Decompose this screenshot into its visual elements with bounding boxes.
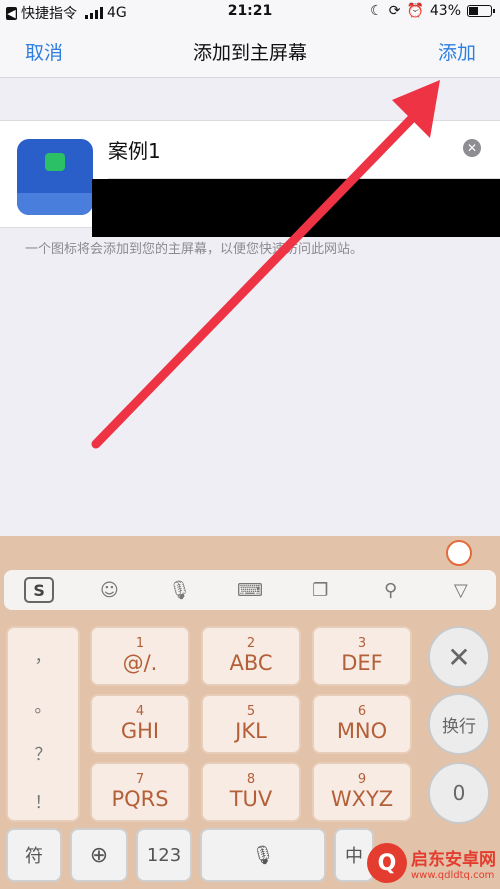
keyboard-toolbar: S ☺ 🎙 ⌨ ❐ ⚲ ▽ xyxy=(4,570,496,610)
clipboard-icon[interactable]: ❐ xyxy=(285,570,355,610)
watermark-name: 启东安卓网 xyxy=(411,850,496,870)
status-bar: ◀ 快捷指令 4G 21:21 ☾ ⟳ ⏰ 43% xyxy=(0,0,500,24)
key-letters: WXYZ xyxy=(330,787,394,811)
battery-icon xyxy=(467,5,495,17)
key-1[interactable]: 1 @/. xyxy=(90,626,190,686)
number-key[interactable]: 123 xyxy=(136,828,192,882)
toolbar-logo-button[interactable]: S xyxy=(4,570,74,610)
battery-percent: 43% xyxy=(429,3,461,19)
key-letters: MNO xyxy=(336,719,388,743)
symbol-key[interactable]: 符 xyxy=(6,828,62,882)
delete-button[interactable]: ✕ xyxy=(428,626,490,688)
app-brand-icon xyxy=(45,153,65,171)
page-title: 添加到主屏幕 xyxy=(192,42,307,64)
key-letters: JKL xyxy=(235,719,267,743)
watermark-url: www.qdldtq.com xyxy=(411,870,495,881)
key-number: 4 xyxy=(135,704,145,719)
zero-key[interactable]: 0 xyxy=(428,762,490,824)
watermark: Q 启东安卓网 www.qdldtq.com xyxy=(367,843,496,883)
key-4[interactable]: 4 GHI xyxy=(90,694,190,754)
key-8[interactable]: 8 TUV xyxy=(201,762,301,822)
key-number: 1 xyxy=(135,636,145,651)
watermark-text: 启东安卓网 www.qdldtq.com xyxy=(411,845,496,881)
status-right: ☾ ⟳ ⏰ 43% xyxy=(370,3,495,19)
microphone-icon[interactable]: 🎙 xyxy=(145,570,215,610)
key-number: 5 xyxy=(246,704,256,719)
key-letters: @/. xyxy=(122,651,158,675)
punct-comma[interactable]: ， xyxy=(8,642,78,667)
microphone-small-icon: 🎙 xyxy=(251,844,275,866)
punct-period[interactable]: 。 xyxy=(8,692,78,717)
nav-bar: 取消 添加到主屏幕 添加 xyxy=(0,24,500,78)
key-7[interactable]: 7 PQRS xyxy=(90,762,190,822)
redacted-url-block xyxy=(92,179,500,237)
key-letters: PQRS xyxy=(111,787,169,811)
key-number: 7 xyxy=(135,772,145,787)
sogou-logo-icon: S xyxy=(24,577,55,603)
shortcut-name-input[interactable] xyxy=(108,129,448,169)
punct-exclaim[interactable]: ！ xyxy=(8,788,78,813)
globe-icon[interactable]: ⊕ xyxy=(70,828,128,882)
key-letters: GHI xyxy=(120,719,160,743)
search-icon[interactable]: ⚲ xyxy=(355,570,425,610)
key-number: 2 xyxy=(246,636,256,651)
punct-question[interactable]: ？ xyxy=(8,740,78,765)
hint-text: 一个图标将会添加到您的主屏幕，以便您快速访问此网站。 xyxy=(25,242,364,257)
moon-icon: ☾ xyxy=(370,3,383,19)
key-9[interactable]: 9 WXYZ xyxy=(312,762,412,822)
key-2[interactable]: 2 ABC xyxy=(201,626,301,686)
app-icon xyxy=(17,139,93,215)
key-number: 9 xyxy=(357,772,367,787)
key-letters: TUV xyxy=(229,787,273,811)
collapse-keyboard-icon[interactable]: ▽ xyxy=(426,570,496,610)
punctuation-column: ， 。 ？ ！ xyxy=(6,626,80,822)
shortcut-card: ✕ xyxy=(0,120,500,237)
key-5[interactable]: 5 JKL xyxy=(201,694,301,754)
keyboard-switch-icon[interactable]: ⌨ xyxy=(215,570,285,610)
key-number: 3 xyxy=(357,636,367,651)
key-letters: ABC xyxy=(229,651,273,675)
emoji-icon[interactable]: ☺ xyxy=(74,570,144,610)
key-letters: DEF xyxy=(341,651,383,675)
newline-button[interactable]: 换行 xyxy=(428,693,490,755)
key-number: 8 xyxy=(246,772,256,787)
key-3[interactable]: 3 DEF xyxy=(312,626,412,686)
key-number: 6 xyxy=(357,704,367,719)
alarm-icon: ⏰ xyxy=(406,3,424,19)
mascot-icon[interactable] xyxy=(446,540,472,566)
space-key[interactable]: 🎙 xyxy=(200,828,326,882)
app-icon-stripe xyxy=(17,193,93,215)
key-6[interactable]: 6 MNO xyxy=(312,694,412,754)
watermark-logo-icon: Q xyxy=(367,843,407,883)
rotation-lock-icon: ⟳ xyxy=(388,3,401,19)
clear-input-button[interactable]: ✕ xyxy=(463,139,481,157)
add-button[interactable]: 添加 xyxy=(438,38,476,65)
